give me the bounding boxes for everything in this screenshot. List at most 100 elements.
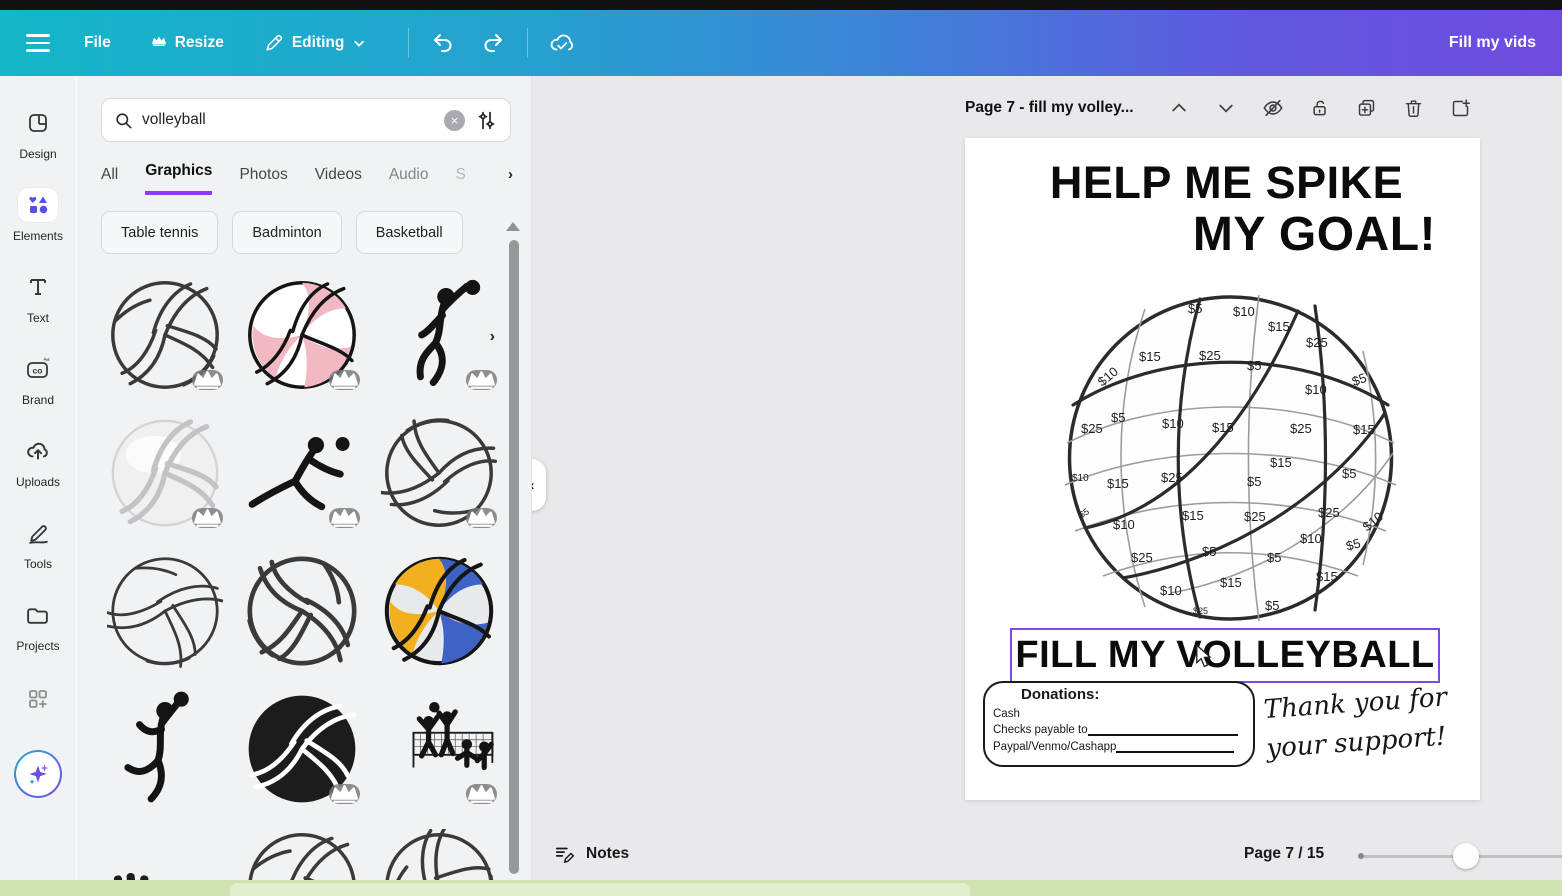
- pencil-icon: [264, 33, 284, 53]
- search-result-volleyball-partial-2[interactable]: [377, 826, 501, 880]
- resize-button[interactable]: Resize: [151, 34, 224, 52]
- sidebar-item-label: Text: [27, 311, 49, 325]
- donation-amount-label: $15: [1353, 422, 1375, 437]
- chip-basketball[interactable]: Basketball: [356, 211, 463, 254]
- donations-box[interactable]: Donations: Cash Checks payable to Paypal…: [983, 681, 1255, 767]
- sidebar-item-uploads[interactable]: Uploads: [16, 434, 60, 489]
- tab-graphics[interactable]: Graphics: [145, 162, 212, 195]
- crown-icon: [151, 35, 167, 51]
- tab-photos[interactable]: Photos: [239, 166, 287, 195]
- search-result-volleyball-outline-bold[interactable]: [240, 550, 364, 672]
- hide-page-button[interactable]: [1262, 97, 1284, 119]
- tab-truncated[interactable]: S: [455, 166, 465, 195]
- donation-amount-label: $15: [1316, 569, 1338, 584]
- text-selection-box[interactable]: FILL MY VOLLEYBALL: [1010, 628, 1440, 683]
- search-result-beach-volleyball-net-scene[interactable]: [377, 688, 501, 810]
- donation-amount-label: $10: [1113, 517, 1135, 532]
- panel-scroll-up-arrow[interactable]: [506, 222, 520, 231]
- ai-assistant-button[interactable]: [14, 750, 62, 798]
- projects-folder-icon: [18, 598, 58, 632]
- design-page[interactable]: HELP ME SPIKE MY GOAL!: [965, 138, 1480, 800]
- duplicate-page-button[interactable]: [1356, 97, 1378, 119]
- sidebar-item-label: Elements: [13, 229, 63, 243]
- sidebar-item-elements[interactable]: Elements: [13, 188, 63, 243]
- menu-hamburger-button[interactable]: [26, 34, 50, 52]
- donation-amount-label: $15: [1268, 319, 1290, 334]
- sparkles-icon: [25, 761, 51, 787]
- search-result-volleyball-partial[interactable]: [240, 826, 364, 880]
- zoom-slider[interactable]: [1358, 846, 1562, 866]
- blank-line: [1088, 727, 1238, 736]
- search-result-volleyball-outline-thin[interactable]: [103, 550, 227, 672]
- search-result-player-spiking-silhouette[interactable]: [377, 274, 501, 396]
- search-result-volleyball-pink[interactable]: [240, 274, 364, 396]
- redo-button[interactable]: [475, 25, 511, 61]
- notes-button[interactable]: Notes: [554, 843, 629, 865]
- sidebar-item-text[interactable]: Text: [18, 270, 58, 325]
- search-input[interactable]: [142, 111, 435, 129]
- thank-you-text[interactable]: Thank you for your support!: [1263, 677, 1473, 769]
- cloud-check-icon: [549, 30, 575, 56]
- canvas-area: ‹ Page 7 - fill my volley...: [532, 76, 1562, 880]
- pro-crown-badge: [329, 508, 360, 528]
- search-result-volleyball-solid-black[interactable]: [240, 688, 364, 810]
- uploads-cloud-icon: [18, 434, 58, 468]
- poster-title[interactable]: HELP ME SPIKE MY GOAL!: [965, 138, 1480, 262]
- filter-button[interactable]: [474, 108, 498, 132]
- clear-search-button[interactable]: ×: [444, 110, 465, 131]
- sidebar-item-tools[interactable]: Tools: [18, 516, 58, 571]
- move-page-up-button[interactable]: [1168, 97, 1190, 119]
- donation-amount-label: $10: [1095, 364, 1121, 389]
- design-icon: [18, 106, 58, 140]
- sidebar-item-apps[interactable]: [18, 682, 58, 716]
- tab-all[interactable]: All: [101, 166, 118, 195]
- sidebar-item-brand[interactable]: co Brand: [18, 352, 58, 407]
- search-result-player-serving-silhouette[interactable]: [103, 688, 227, 810]
- mouse-cursor: [1193, 644, 1215, 668]
- page-title[interactable]: Page 7 - fill my volley...: [965, 99, 1134, 117]
- search-result-volleyball-outline[interactable]: [103, 274, 227, 396]
- editing-mode-dropdown[interactable]: Editing: [264, 33, 367, 53]
- donation-amount-label: $15: [1212, 420, 1234, 435]
- search-result-partial-item[interactable]: [103, 826, 227, 880]
- unlock-icon: [1310, 98, 1330, 118]
- resize-label: Resize: [175, 34, 224, 52]
- file-menu-button[interactable]: File: [84, 34, 111, 52]
- fundraiser-volleyball-graphic[interactable]: $5$10$15$25$15$25$5$5$10$10$5$25$10$15$2…: [1063, 293, 1398, 623]
- delete-page-button[interactable]: [1403, 97, 1425, 119]
- sidebar-item-design[interactable]: Design: [18, 106, 58, 161]
- search-result-volleyball-swoosh-outline[interactable]: [377, 412, 501, 534]
- donation-amount-label: $5: [1111, 410, 1125, 425]
- add-page-button[interactable]: [1450, 97, 1472, 119]
- donation-amount-label: $25: [1081, 421, 1103, 436]
- project-title[interactable]: Fill my vids: [1449, 34, 1536, 52]
- tab-videos[interactable]: Videos: [315, 166, 362, 195]
- undo-button[interactable]: [425, 25, 461, 61]
- sidebar-item-projects[interactable]: Projects: [16, 598, 59, 653]
- zoom-slider-min-dot: [1358, 853, 1364, 859]
- blank-line: [1116, 744, 1234, 753]
- sidebar-item-label: Projects: [16, 639, 59, 653]
- chip-badminton[interactable]: Badminton: [232, 211, 341, 254]
- search-result-player-digging-silhouette[interactable]: [240, 412, 364, 534]
- move-page-down-button[interactable]: [1215, 97, 1237, 119]
- sidebar-item-label: Design: [19, 147, 56, 161]
- page-indicator[interactable]: Page 7 / 15: [1244, 845, 1324, 863]
- page-header: Page 7 - fill my volley...: [965, 97, 1485, 119]
- search-result-volleyball-gray-3d[interactable]: [103, 412, 227, 534]
- donation-amount-label: $5: [1342, 466, 1356, 481]
- duplicate-icon: [1356, 98, 1377, 119]
- tab-audio[interactable]: Audio: [389, 166, 429, 195]
- zoom-slider-thumb[interactable]: [1453, 843, 1479, 869]
- trash-icon: [1403, 98, 1424, 119]
- donation-line-paypal: Paypal/Venmo/Cashapp: [993, 741, 1116, 753]
- fill-my-volleyball-text[interactable]: FILL MY VOLLEYBALL: [1015, 634, 1434, 677]
- lock-page-button[interactable]: [1309, 97, 1331, 119]
- cloud-save-status-button[interactable]: [544, 25, 580, 61]
- undo-icon: [431, 31, 455, 55]
- donation-amount-label: $10: [1360, 509, 1386, 534]
- tabs-scroll-right-icon[interactable]: ›: [508, 166, 513, 183]
- panel-scrollbar[interactable]: [509, 240, 519, 874]
- chip-table-tennis[interactable]: Table tennis: [101, 211, 218, 254]
- search-result-volleyball-blue-yellow[interactable]: [377, 550, 501, 672]
